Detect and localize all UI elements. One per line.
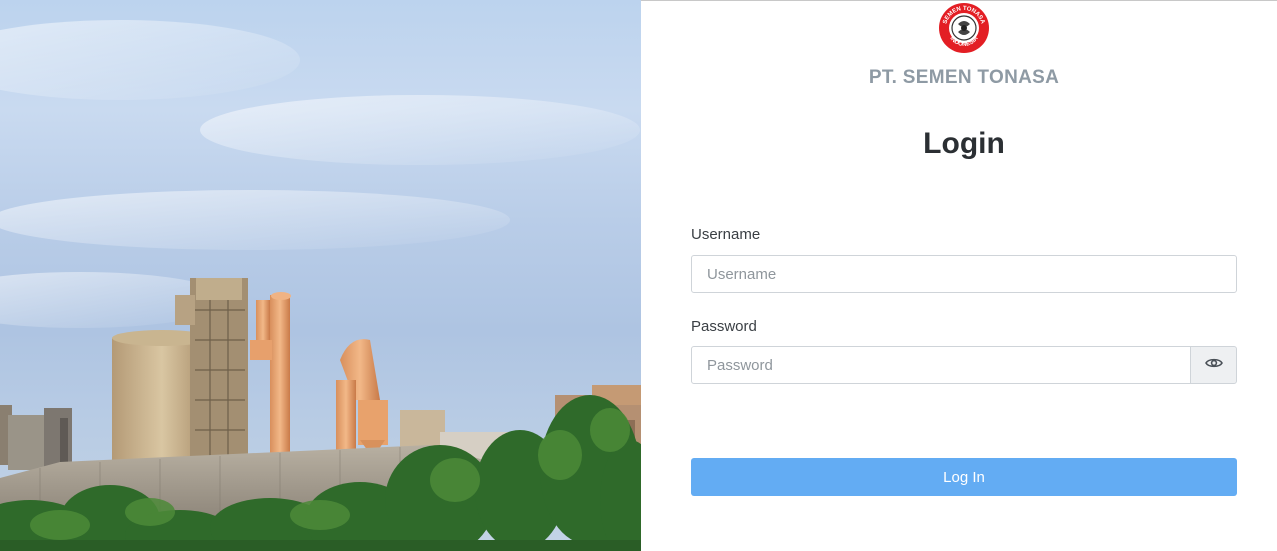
- toggle-password-visibility-button[interactable]: [1190, 346, 1237, 384]
- login-button[interactable]: Log In: [691, 458, 1237, 496]
- password-field[interactable]: [691, 346, 1191, 384]
- hero-image: [0, 0, 641, 551]
- eye-icon: [1204, 356, 1223, 374]
- cement-plant-illustration: [0, 20, 641, 551]
- login-panel: SEMEN TONASA INDONESIA PT. SEMEN TONASA …: [641, 0, 1277, 551]
- semen-tonasa-seal-icon: SEMEN TONASA INDONESIA: [938, 2, 990, 54]
- company-name: PT. SEMEN TONASA: [868, 67, 1060, 88]
- password-label: Password: [691, 318, 757, 335]
- username-field[interactable]: [691, 255, 1237, 293]
- page-title: Login: [923, 127, 1005, 160]
- username-label: Username: [691, 226, 761, 243]
